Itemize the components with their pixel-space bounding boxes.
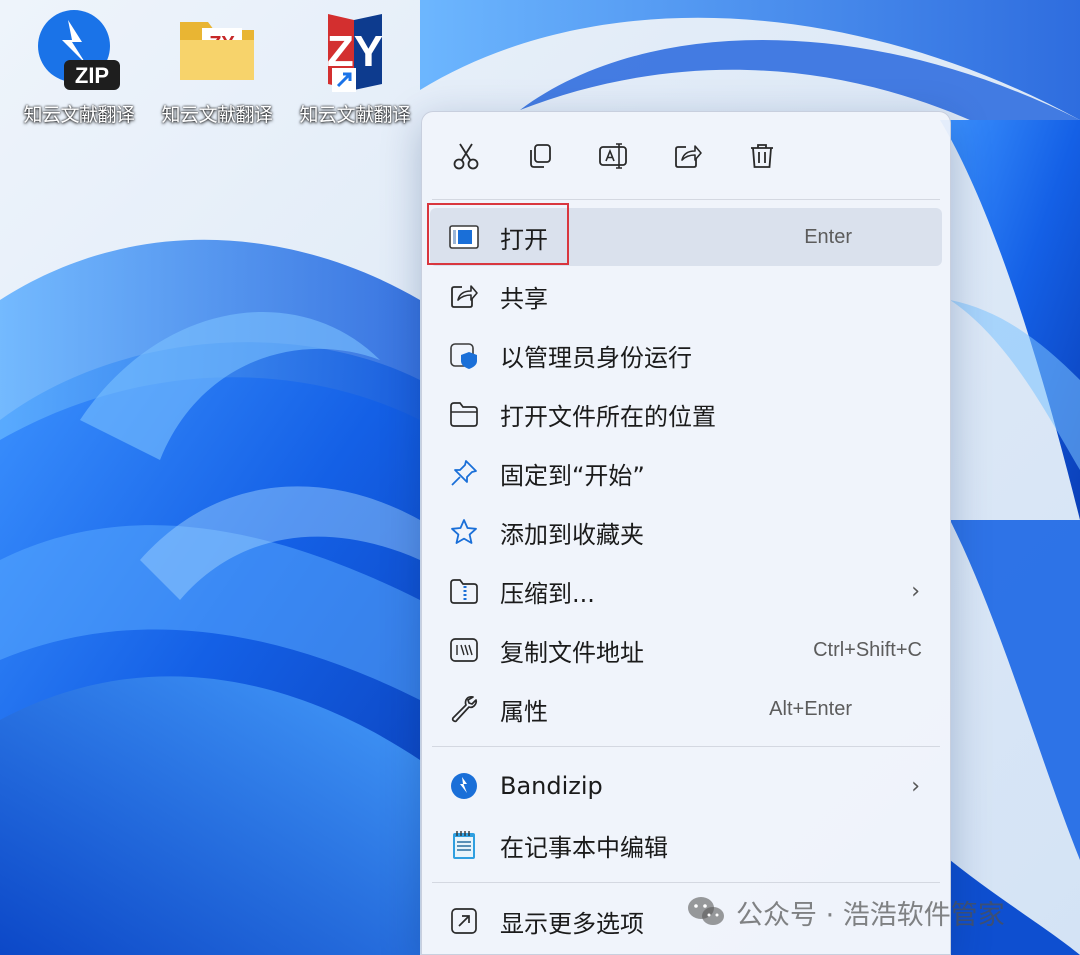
zip-badge-text: ZIP (75, 63, 109, 88)
delete-icon (751, 144, 773, 168)
chevron-right-icon: › (911, 578, 920, 604)
menu-item-compress-to[interactable]: 压缩到... › (430, 562, 942, 620)
menu-item-label: 显示更多选项 (500, 909, 644, 938)
menu-item-shortcut: Ctrl+Shift+C (813, 638, 922, 661)
desktop-icon-bandizip[interactable]: ZIP 知云文献翻译 (10, 6, 148, 126)
menu-item-edit-in-notepad[interactable]: 在记事本中编辑 (430, 816, 942, 874)
menu-item-shortcut: Alt+Enter (769, 697, 852, 720)
menu-item-bandizip[interactable]: Bandizip › (430, 757, 942, 815)
desktop-icon-folder[interactable]: ZY 知云文献翻译 (148, 6, 286, 126)
zhiyun-shortcut-icon: ZY (310, 6, 400, 96)
menu-item-label: 以管理员身份运行 (500, 343, 692, 372)
rename-icon (599, 143, 627, 169)
desktop-icon-zhiyun[interactable]: ZY 知云文献翻译 (286, 6, 424, 126)
menu-item-properties[interactable]: 属性 Alt+Enter (430, 680, 942, 738)
chevron-right-icon: › (911, 773, 920, 799)
context-menu: 打开 Enter 共享 以管理员身份运行 打开文件所在的位置 固定到“开始” 添… (421, 111, 951, 955)
rename-button[interactable] (592, 134, 636, 178)
bandizip-zip-icon: ZIP (34, 6, 124, 96)
watermark-text: 公众号 · 浩浩软件管家 (736, 899, 1005, 931)
folder-zy-icon: ZY (172, 6, 262, 96)
cut-button[interactable] (444, 134, 488, 178)
menu-item-shortcut: Enter (804, 225, 852, 248)
menu-separator (432, 882, 940, 883)
zip-folder-icon (448, 575, 480, 607)
wechat-icon (688, 897, 724, 925)
context-menu-toolbar (422, 112, 950, 200)
watermark: 公众号 · 浩浩软件管家 (686, 890, 1005, 934)
menu-item-label: 在记事本中编辑 (500, 833, 668, 862)
share-button[interactable] (666, 134, 710, 178)
menu-item-copy-as-path[interactable]: 复制文件地址 Ctrl+Shift+C (430, 621, 942, 679)
admin-shield-icon (448, 339, 480, 371)
menu-item-label: 复制文件地址 (500, 638, 644, 667)
pin-icon (448, 457, 480, 489)
menu-item-label: 压缩到... (500, 579, 595, 608)
menu-item-pin-to-start[interactable]: 固定到“开始” (430, 444, 942, 502)
menu-item-add-to-favorites[interactable]: 添加到收藏夹 (430, 503, 942, 561)
show-more-icon (448, 905, 480, 937)
share-icon (675, 145, 702, 168)
desktop-icon-label: 知云文献翻译 (23, 104, 135, 126)
menu-item-label: 共享 (500, 284, 548, 313)
menu-item-open-file-location[interactable]: 打开文件所在的位置 (430, 385, 942, 443)
menu-item-label: 固定到“开始” (500, 461, 645, 490)
folder-icon (448, 398, 480, 430)
menu-item-label: 打开文件所在的位置 (500, 402, 716, 431)
desktop-icon-label: 知云文献翻译 (299, 104, 411, 126)
desktop-icon-label: 知云文献翻译 (161, 104, 273, 126)
notepad-icon (448, 829, 480, 861)
menu-item-share[interactable]: 共享 (430, 267, 942, 325)
share-icon (448, 280, 480, 312)
open-window-icon (448, 221, 480, 253)
bandizip-icon (448, 770, 480, 802)
star-icon (448, 516, 480, 548)
menu-item-label: 属性 (500, 697, 548, 726)
copy-button[interactable] (518, 134, 562, 178)
copy-path-icon (448, 634, 480, 666)
copy-icon (530, 144, 551, 168)
menu-item-label: 打开 (500, 225, 548, 254)
menu-item-run-as-admin[interactable]: 以管理员身份运行 (430, 326, 942, 384)
cut-icon (453, 143, 479, 170)
menu-item-label: 添加到收藏夹 (500, 520, 644, 549)
menu-item-label: Bandizip (500, 772, 603, 800)
wrench-icon (448, 693, 480, 725)
delete-button[interactable] (740, 134, 784, 178)
menu-item-open[interactable]: 打开 Enter (430, 208, 942, 266)
menu-separator (432, 746, 940, 747)
menu-separator (432, 199, 940, 200)
